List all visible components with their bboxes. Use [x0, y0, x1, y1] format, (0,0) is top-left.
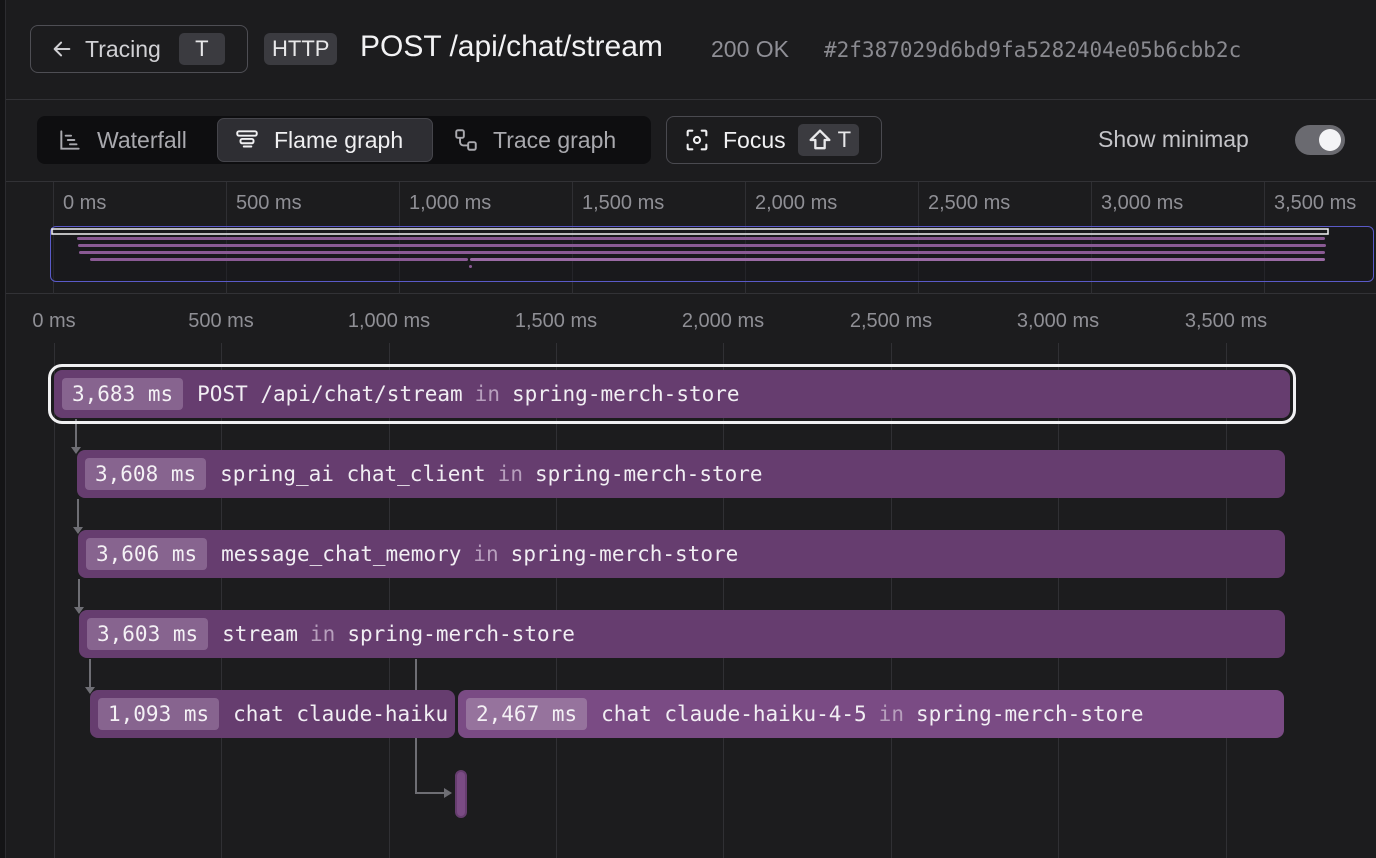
back-button-label: Tracing: [85, 35, 161, 62]
span-name: stream: [222, 622, 299, 646]
minimap-span: [78, 244, 1326, 247]
minimap-spans: [51, 228, 1329, 268]
toggle-knob: [1319, 129, 1341, 151]
span-joiner: in: [497, 462, 523, 486]
span-service: spring-merch-store: [915, 702, 1144, 726]
minimap-tick-label: 2,500 ms: [928, 192, 1011, 214]
span-chat-client[interactable]: 3,608 ms spring_ai chat_client in spring…: [77, 450, 1285, 498]
span-name: chat claude-haiku-4-5: [601, 702, 867, 726]
minimap-tick-label: 1,500 ms: [582, 192, 665, 214]
arrow-left-icon: [53, 41, 71, 57]
focus-icon: [686, 129, 708, 151]
focus-button[interactable]: Focus T: [666, 116, 882, 164]
protocol-badge: HTTP: [264, 33, 338, 65]
span-root[interactable]: 3,683 ms POST /api/chat/stream in spring…: [48, 364, 1296, 424]
back-to-tracing-button[interactable]: Tracing T: [30, 25, 248, 73]
span-name: chat claude-haiku: [233, 702, 449, 726]
minimap-tick-label: 2,000 ms: [755, 192, 838, 214]
back-shortcut-key: T: [178, 33, 225, 65]
minimap-span: [470, 258, 1325, 261]
waterfall-icon: [60, 130, 80, 150]
trace-id[interactable]: #2f387029d6bd9fa5282404e05b6cbb2c: [824, 38, 1241, 62]
minimap-span: [79, 251, 1325, 254]
span-service: spring-merch-store: [511, 382, 740, 406]
span-stream[interactable]: 3,603 ms stream in spring-merch-store: [79, 610, 1285, 658]
view-switcher: Waterfall Flame graph Trace graph: [37, 116, 651, 164]
flame-graph: 0 ms 500 ms 1,000 ms 1,500 ms 2,000 ms 2…: [6, 295, 1376, 858]
span-joiner: in: [310, 622, 336, 646]
span-duration: 1,093 ms: [98, 698, 220, 730]
page-title: POST /api/chat/stream: [360, 30, 663, 63]
tab-trace-graph-label: Trace graph: [493, 126, 617, 153]
trace-graph-icon: [455, 129, 477, 151]
minimap-tick-label: 3,000 ms: [1101, 192, 1184, 214]
span-chat-memory[interactable]: 3,606 ms message_chat_memory in spring-m…: [78, 530, 1285, 578]
tab-trace-graph[interactable]: Trace graph: [437, 118, 647, 162]
minimap-span: [469, 265, 472, 268]
span-duration: 3,608 ms: [85, 458, 207, 490]
tab-flame-graph[interactable]: Flame graph: [217, 118, 433, 162]
minimap-span-root: [51, 228, 1329, 235]
minimap-tick-label: 3,500 ms: [1274, 192, 1357, 214]
minimap-toggle[interactable]: [1295, 125, 1345, 155]
shift-icon: [809, 129, 831, 150]
span-chat-haiku-second[interactable]: 2,467 ms chat claude-haiku-4-5 in spring…: [458, 690, 1284, 738]
minimap-span: [90, 258, 468, 261]
minimap-tick-label: 1,000 ms: [409, 192, 492, 214]
view-toolbar: Waterfall Flame graph Trace graph Focus …: [6, 100, 1376, 182]
span-duration: 3,603 ms: [87, 618, 209, 650]
minimap[interactable]: 0 ms 500 ms 1,000 ms 1,500 ms 2,000 ms 2…: [6, 182, 1376, 294]
span-tiny-child[interactable]: [455, 770, 467, 818]
status-text: 200 OK: [711, 36, 789, 62]
trace-header: Tracing T HTTP POST /api/chat/stream 200…: [6, 0, 1376, 100]
minimap-toggle-label: Show minimap: [1098, 126, 1249, 152]
tab-waterfall-label: Waterfall: [97, 126, 187, 153]
span-joiner: in: [473, 542, 499, 566]
span-duration: 3,606 ms: [86, 538, 208, 570]
focus-shortcut: T: [797, 124, 860, 156]
span-service: spring-merch-store: [347, 622, 575, 646]
minimap-viewport[interactable]: [50, 226, 1374, 282]
span-service: spring-merch-store: [534, 462, 763, 486]
tab-flame-graph-label: Flame graph: [274, 126, 404, 153]
span-service: spring-merch-store: [510, 542, 739, 566]
span-chat-haiku-first[interactable]: 1,093 ms chat claude-haiku: [90, 690, 455, 738]
span-joiner: in: [878, 702, 904, 726]
focus-shortcut-key: T: [837, 127, 852, 152]
minimap-tick-label: 0 ms: [63, 192, 107, 214]
focus-button-label: Focus: [723, 126, 786, 153]
span-name: spring_ai chat_client: [220, 462, 486, 486]
flame-graph-icon: [236, 130, 258, 148]
minimap-span: [77, 237, 1325, 240]
minimap-tick-label: 500 ms: [236, 192, 302, 214]
span-joiner: in: [474, 382, 500, 406]
span-name: message_chat_memory: [221, 542, 462, 566]
span-duration: 3,683 ms: [62, 378, 184, 410]
span-name: POST /api/chat/stream: [197, 382, 463, 406]
tab-waterfall[interactable]: Waterfall: [41, 118, 217, 162]
span-duration: 2,467 ms: [466, 698, 588, 730]
